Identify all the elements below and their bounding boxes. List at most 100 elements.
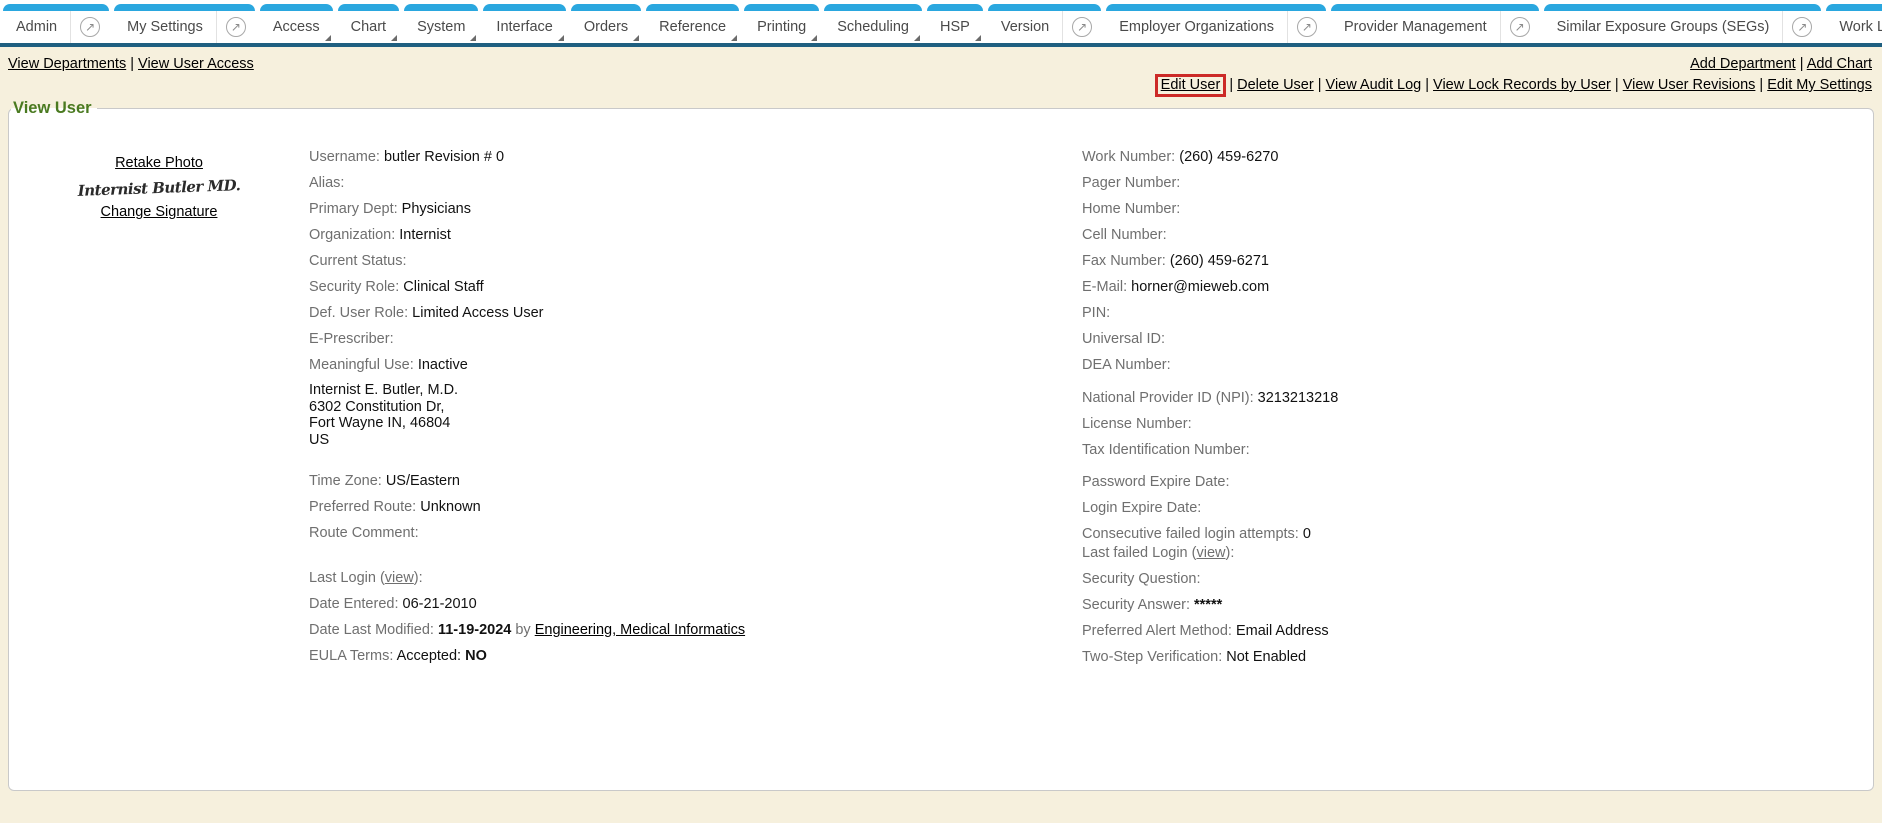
- tab-label: Version: [988, 19, 1062, 35]
- field-value: Physicians: [402, 201, 471, 217]
- tab-top-stripe: [114, 4, 255, 11]
- field-value: US/Eastern: [386, 473, 460, 489]
- separator: |: [1755, 77, 1767, 93]
- tab-scheduling[interactable]: Scheduling: [824, 4, 922, 43]
- left-links-group: View Departments | View User Access: [8, 56, 254, 72]
- tab-access[interactable]: Access: [260, 4, 333, 43]
- tab-top-stripe: [646, 4, 739, 11]
- tab-reference[interactable]: Reference: [646, 4, 739, 43]
- tab-label: Reference: [646, 19, 739, 35]
- separator: |: [1314, 77, 1326, 93]
- field-value: (260) 459-6271: [1170, 253, 1269, 269]
- tab-admin[interactable]: Admin↗: [3, 4, 109, 43]
- separator: |: [1421, 77, 1433, 93]
- tab-label: Access: [260, 19, 333, 35]
- tab-orders[interactable]: Orders: [571, 4, 641, 43]
- action-links-zone: View Departments | View User Access Add …: [0, 47, 1882, 93]
- tab-hsp[interactable]: HSP: [927, 4, 983, 43]
- link-add-chart[interactable]: Add Chart: [1807, 56, 1872, 72]
- page-title: View User: [11, 99, 97, 118]
- dropdown-corner-icon: [914, 35, 920, 41]
- field-value: Limited Access User: [412, 305, 543, 321]
- field-label: PIN:: [1082, 305, 1110, 321]
- retake-photo-link[interactable]: Retake Photo: [115, 155, 203, 171]
- field-value: Clinical Staff: [403, 279, 483, 295]
- tab-body: Similar Exposure Groups (SEGs) ↗: [1544, 11, 1822, 43]
- tab-employer-organizations[interactable]: Employer Organizations↗: [1106, 4, 1326, 43]
- field-label: E-Prescriber:: [309, 331, 394, 347]
- tab-body: Version↗: [988, 11, 1101, 43]
- tab-body: Printing: [744, 11, 819, 43]
- tab-similar-exposure-groups-segs[interactable]: Similar Exposure Groups (SEGs) ↗: [1544, 4, 1822, 43]
- link-view-audit-log[interactable]: View Audit Log: [1326, 77, 1422, 93]
- view-user-columns: Retake Photo Internist Butler MD. Change…: [9, 118, 1873, 674]
- field-label: Route Comment:: [309, 525, 419, 541]
- field-row: Consecutive failed login attempts: 0: [1082, 525, 1873, 544]
- view-link[interactable]: view: [1196, 545, 1225, 561]
- link-view-user-access[interactable]: View User Access: [138, 56, 254, 72]
- spacer: [1082, 382, 1873, 389]
- right-links-top-group: Add Department | Add Chart: [1690, 56, 1872, 72]
- field-row: Cell Number:: [1082, 226, 1873, 245]
- field-row: Security Role: Clinical Staff: [309, 278, 1082, 297]
- tab-external-segment[interactable]: ↗: [1782, 11, 1821, 43]
- dropdown-corner-icon: [975, 35, 981, 41]
- tab-my-settings[interactable]: My Settings↗: [114, 4, 255, 43]
- dropdown-corner-icon: [391, 35, 397, 41]
- tab-external-segment[interactable]: ↗: [216, 11, 255, 43]
- tab-version[interactable]: Version↗: [988, 4, 1101, 43]
- tab-printing[interactable]: Printing: [744, 4, 819, 43]
- tab-external-segment[interactable]: ↗: [1287, 11, 1326, 43]
- tab-body: Reference: [646, 11, 739, 43]
- link-edit-my-settings[interactable]: Edit My Settings: [1767, 77, 1872, 93]
- user-details-right-column: Work Number: (260) 459-6270Pager Number:…: [1082, 148, 1873, 674]
- tab-body: System: [404, 11, 478, 43]
- link-add-department[interactable]: Add Department: [1690, 56, 1796, 72]
- field-row: Tax Identification Number:: [1082, 441, 1873, 460]
- tab-label: Orders: [571, 19, 641, 35]
- link-view-user-revisions[interactable]: View User Revisions: [1623, 77, 1756, 93]
- field-value: Email Address: [1236, 623, 1329, 639]
- field-label: Security Answer:: [1082, 597, 1194, 613]
- tab-interface[interactable]: Interface: [483, 4, 565, 43]
- field-value: Inactive: [418, 357, 468, 373]
- change-signature-link[interactable]: Change Signature: [101, 204, 218, 220]
- tab-top-stripe: [260, 4, 333, 11]
- open-in-new-window-icon: ↗: [1792, 17, 1812, 37]
- field-label: Login Expire Date:: [1082, 500, 1201, 516]
- link-delete-user[interactable]: Delete User: [1237, 77, 1314, 93]
- tab-chart[interactable]: Chart: [338, 4, 399, 43]
- view-link[interactable]: view: [385, 570, 414, 586]
- field-value: 3213213218: [1258, 390, 1339, 406]
- link-edit-user[interactable]: Edit User: [1161, 77, 1221, 93]
- tab-external-segment[interactable]: ↗: [1062, 11, 1101, 43]
- tab-label: System: [404, 19, 478, 35]
- field-label: Last Login (view):: [309, 570, 423, 586]
- field-row: Primary Dept: Physicians: [309, 200, 1082, 219]
- tab-label: Similar Exposure Groups (SEGs): [1544, 19, 1783, 35]
- link-view-lock-records-by-user[interactable]: View Lock Records by User: [1433, 77, 1611, 93]
- field-row: E-Mail: horner@mieweb.com: [1082, 278, 1873, 297]
- modified-by-link[interactable]: Engineering, Medical Informatics: [535, 622, 745, 638]
- tab-work-locations[interactable]: Work Locations↗: [1826, 4, 1882, 43]
- tab-top-stripe: [824, 4, 922, 11]
- tab-external-segment[interactable]: ↗: [70, 11, 109, 43]
- field-label: Current Status:: [309, 253, 407, 269]
- dropdown-corner-icon: [558, 35, 564, 41]
- tab-label: Printing: [744, 19, 819, 35]
- field-label: Work Number:: [1082, 149, 1179, 165]
- tab-external-segment[interactable]: ↗: [1500, 11, 1539, 43]
- address-block: Internist E. Butler, M.D.6302 Constituti…: [309, 382, 1082, 448]
- field-row: Date Entered: 06-21-2010: [309, 595, 1082, 614]
- field-row: Login Expire Date:: [1082, 499, 1873, 518]
- field-row: PIN:: [1082, 304, 1873, 323]
- tab-label: Chart: [338, 19, 399, 35]
- link-view-departments[interactable]: View Departments: [8, 56, 126, 72]
- field-row: E-Prescriber:: [309, 330, 1082, 349]
- field-label: Meaningful Use:: [309, 357, 418, 373]
- tab-provider-management[interactable]: Provider Management↗: [1331, 4, 1539, 43]
- tab-system[interactable]: System: [404, 4, 478, 43]
- edit-user-highlight-box: Edit User: [1155, 74, 1227, 97]
- field-label: Cell Number:: [1082, 227, 1167, 243]
- tab-top-stripe: [1826, 4, 1882, 11]
